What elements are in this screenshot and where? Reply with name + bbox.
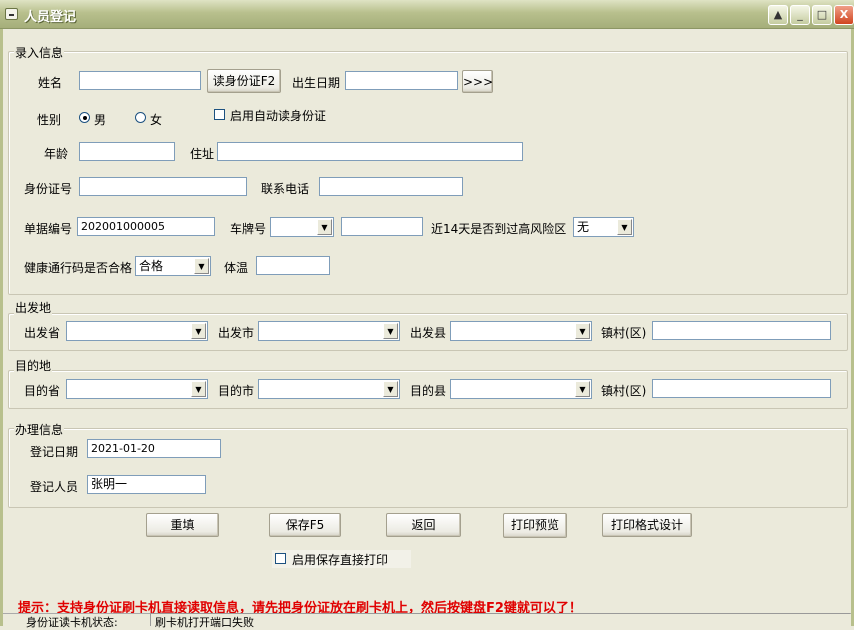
name-label: 姓名: [38, 76, 63, 90]
gender-male-radio[interactable]: [79, 112, 90, 123]
window-title: 人员登记: [24, 10, 77, 25]
doc-no-input[interactable]: 202001000005: [77, 217, 215, 236]
status-label: 身份证读卡机状态:: [26, 616, 118, 629]
destination-province-select[interactable]: ▼: [66, 379, 208, 399]
risk-label: 近14天是否到过高风险区: [431, 222, 567, 236]
auto-read-label: 启用自动读身份证: [230, 109, 327, 123]
title-bar: [0, 0, 854, 29]
risk-select[interactable]: 无 ▼: [573, 217, 634, 237]
departure-town-input[interactable]: [652, 321, 831, 340]
print-on-save-checkbox[interactable]: [275, 553, 286, 564]
name-input[interactable]: [79, 71, 201, 90]
register-date-input[interactable]: 2021-01-20: [87, 439, 221, 458]
doc-no-label: 单据编号: [24, 222, 73, 236]
system-menu-icon[interactable]: [5, 8, 18, 20]
address-input[interactable]: [217, 142, 523, 161]
destination-group-label: 目的地: [14, 357, 53, 374]
gender-female-radio[interactable]: [135, 112, 146, 123]
read-id-button[interactable]: 读身份证F2: [207, 69, 281, 93]
destination-town-label: 镇村(区): [601, 384, 647, 398]
departure-city-select[interactable]: ▼: [258, 321, 400, 341]
chevron-down-icon: ▼: [191, 381, 206, 397]
chevron-down-icon: ▼: [383, 323, 398, 339]
temperature-label: 体温: [224, 261, 249, 275]
chevron-down-icon: ▼: [575, 381, 590, 397]
birth-date-input[interactable]: [345, 71, 458, 90]
back-button[interactable]: 返回: [386, 513, 461, 537]
register-person-input[interactable]: 张明一: [87, 475, 206, 494]
register-date-label: 登记日期: [30, 445, 79, 459]
destination-province-label: 目的省: [24, 384, 61, 398]
departure-province-label: 出发省: [24, 326, 61, 340]
destination-city-select[interactable]: ▼: [258, 379, 400, 399]
gender-male-label: 男: [94, 113, 107, 127]
departure-group-label: 出发地: [14, 299, 53, 316]
departure-town-label: 镇村(区): [601, 326, 647, 340]
id-number-label: 身份证号: [24, 182, 73, 196]
destination-city-label: 目的市: [218, 384, 255, 398]
health-select[interactable]: 合格 ▼: [135, 256, 211, 276]
risk-select-value: 无: [577, 220, 590, 234]
phone-input[interactable]: [319, 177, 463, 196]
auto-read-checkbox[interactable]: [214, 109, 225, 120]
address-label: 住址: [190, 147, 215, 161]
gender-label: 性别: [37, 113, 62, 127]
departure-province-select[interactable]: ▼: [66, 321, 208, 341]
departure-county-label: 出发县: [410, 326, 447, 340]
entry-group-label: 录入信息: [14, 44, 65, 61]
birth-label: 出生日期: [292, 76, 341, 90]
chevron-down-icon: ▼: [617, 219, 632, 235]
id-number-input[interactable]: [79, 177, 247, 196]
handling-group-label: 办理信息: [14, 421, 65, 438]
plate-prefix-select[interactable]: ▼: [270, 217, 334, 237]
date-picker-button[interactable]: >>>: [462, 70, 493, 93]
reset-button[interactable]: 重填: [146, 513, 219, 537]
chevron-down-icon: ▼: [194, 258, 209, 274]
maximize-icon[interactable]: □: [812, 5, 832, 25]
age-input[interactable]: [79, 142, 175, 161]
chevron-down-icon: ▼: [317, 219, 332, 235]
status-value-panel: [150, 613, 850, 626]
health-select-value: 合格: [139, 259, 164, 273]
destination-county-label: 目的县: [410, 384, 447, 398]
age-label: 年龄: [44, 147, 69, 161]
destination-county-select[interactable]: ▼: [450, 379, 592, 399]
chevron-down-icon: ▼: [383, 381, 398, 397]
plate-label: 车牌号: [230, 222, 267, 236]
phone-label: 联系电话: [261, 182, 310, 196]
register-person-label: 登记人员: [30, 480, 79, 494]
save-button[interactable]: 保存F5: [269, 513, 341, 537]
print-preview-button[interactable]: 打印预览: [503, 513, 567, 538]
gender-female-label: 女: [150, 113, 163, 127]
close-icon[interactable]: X: [834, 5, 854, 25]
print-design-button[interactable]: 打印格式设计: [602, 513, 692, 537]
print-on-save-label: 启用保存直接打印: [292, 553, 389, 567]
destination-town-input[interactable]: [652, 379, 831, 398]
status-value: 刷卡机打开端口失败: [155, 616, 254, 629]
chevron-down-icon: ▼: [575, 323, 590, 339]
departure-city-label: 出发市: [218, 326, 255, 340]
minimize-icon[interactable]: _: [790, 5, 810, 25]
departure-county-select[interactable]: ▼: [450, 321, 592, 341]
temperature-input[interactable]: [256, 256, 330, 275]
plate-number-input[interactable]: [341, 217, 423, 236]
chevron-down-icon: ▼: [191, 323, 206, 339]
rollup-icon[interactable]: ▲: [768, 5, 788, 25]
health-label: 健康通行码是否合格: [24, 261, 133, 275]
